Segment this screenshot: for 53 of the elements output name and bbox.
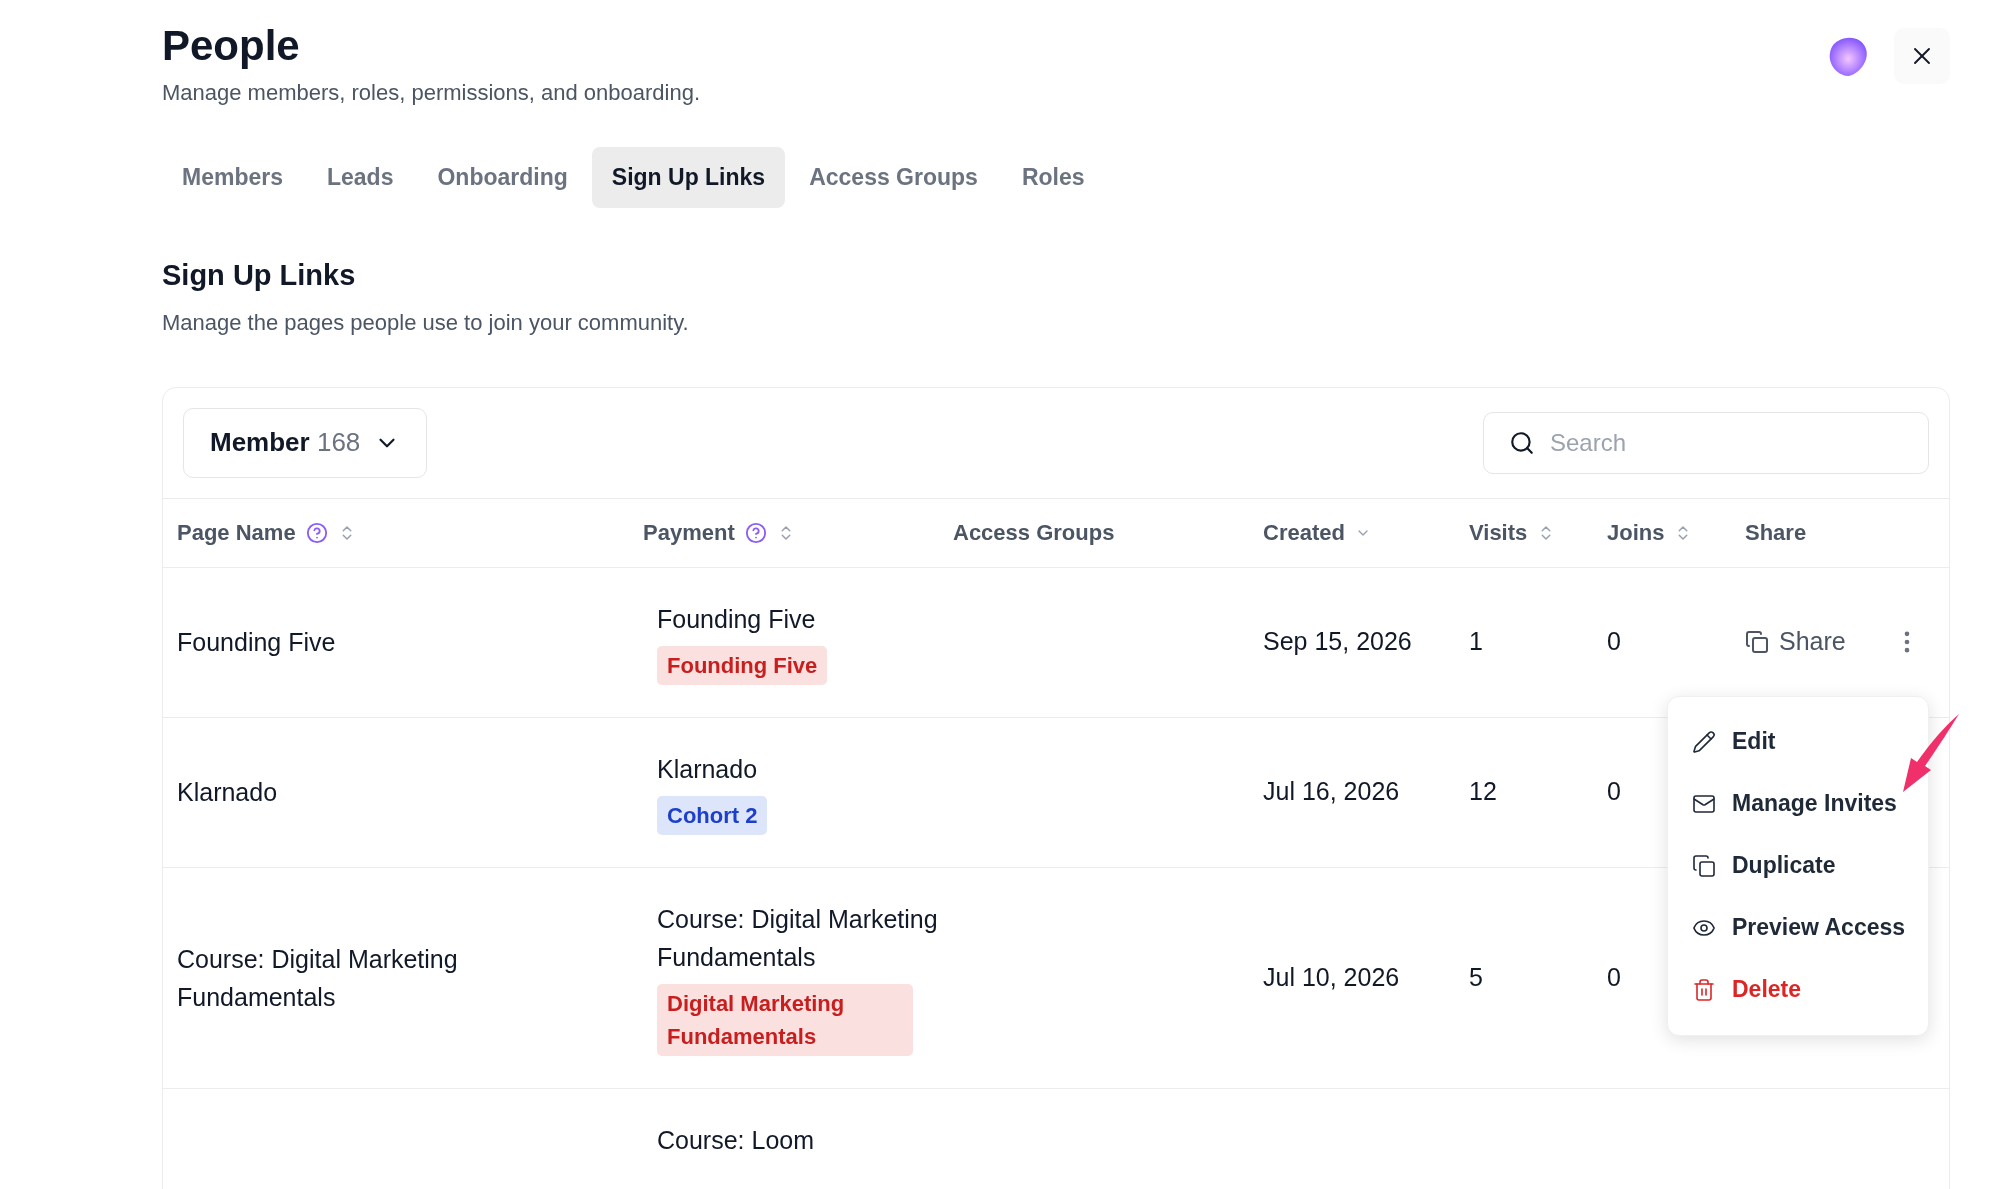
access-tag: Digital Marketing Fundamentals [657, 983, 913, 1056]
menu-item[interactable]: Edit [1668, 710, 1928, 773]
access-tag: Cohort 2 [657, 795, 768, 835]
tab[interactable]: Onboarding [417, 147, 588, 208]
page-title: People [162, 21, 301, 71]
column-header: Joins [1607, 519, 1665, 547]
menu-item[interactable]: Preview Access [1668, 896, 1928, 959]
copy-icon [1692, 853, 1716, 878]
tab[interactable]: Roles [1001, 147, 1105, 208]
payment-name: Course: Digital Marketing Fundamentals [657, 903, 939, 973]
menu-item[interactable]: Manage Invites [1668, 772, 1928, 835]
help-icon[interactable] [305, 521, 328, 544]
search-icon [1509, 429, 1535, 456]
search-field[interactable]: Search [1483, 411, 1929, 474]
table-cell-text: Klarnado [177, 777, 279, 808]
table-cell: 5 [1469, 962, 1483, 991]
page-subtitle: Manage members, roles, permissions, and onboarding. [162, 79, 701, 107]
access-tag: Founding Five [657, 645, 828, 685]
menu-item[interactable]: Delete [1668, 958, 1928, 1021]
section-description: Manage the pages people use to join your community. [162, 308, 690, 337]
tab[interactable]: Leads [307, 147, 414, 208]
column-header: Created [1263, 519, 1345, 547]
share-button[interactable]: Share [1745, 623, 1846, 661]
tab[interactable]: Sign Up Links [591, 147, 786, 208]
help-icon[interactable] [744, 521, 767, 544]
column-header: Payment [643, 519, 735, 547]
avatar-icon[interactable] [1828, 35, 1870, 77]
table-cell: Sep 15, 2026 [1263, 627, 1412, 656]
member-filter-dropdown[interactable]: Member 168 [183, 407, 428, 478]
column-header: Share [1745, 519, 1807, 547]
table-cell-text: Course: Digital Marketing Fundamentals [177, 943, 459, 1013]
menu-item[interactable]: Duplicate [1668, 834, 1928, 897]
section-title: Sign Up Links [162, 258, 357, 293]
tab[interactable]: Members [162, 147, 303, 208]
table-cell: 0 [1607, 627, 1621, 656]
table-cell: 1 [1469, 627, 1483, 656]
column-header: Page Name [177, 519, 296, 547]
close-button[interactable] [1894, 28, 1950, 84]
table-cell: 0 [1607, 962, 1621, 991]
payment-name: Founding Five [657, 603, 817, 635]
trash-icon [1692, 977, 1716, 1002]
tab[interactable]: Access Groups [789, 147, 998, 208]
pencil-icon [1692, 729, 1716, 754]
table-cell: Jul 16, 2026 [1263, 777, 1400, 806]
column-header: Access Groups [953, 519, 1115, 547]
payment-name: Course: Loom [657, 1124, 816, 1156]
table-cell: Jul 10, 2026 [1263, 962, 1400, 991]
column-header: Visits [1469, 519, 1528, 547]
table-cell: 0 [1607, 777, 1621, 806]
copy-icon [1745, 630, 1769, 654]
payment-name: Klarnado [657, 753, 759, 785]
table-cell-text: Founding Five [177, 627, 337, 658]
table-cell: 12 [1469, 777, 1497, 806]
